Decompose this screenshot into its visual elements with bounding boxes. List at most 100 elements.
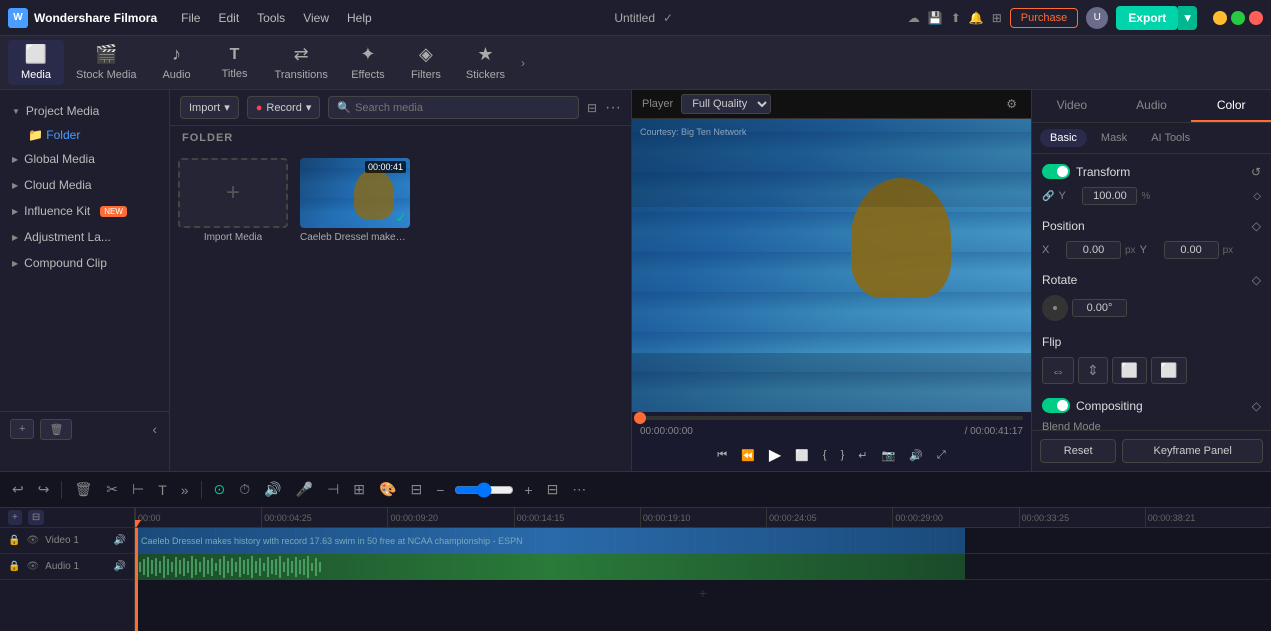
undo-button[interactable]: ↩ [8,479,28,500]
audio-lock-icon[interactable]: 🔒 [8,561,20,572]
video-lock-icon[interactable]: 🔒 [8,535,20,546]
tab-audio[interactable]: Audio [1112,90,1192,122]
mic-button[interactable]: 🎤 [292,479,317,500]
volume-button[interactable]: 🔊 [905,447,927,464]
y-position-input[interactable] [1164,241,1219,259]
progress-bar[interactable] [640,416,1023,420]
cloud-icon[interactable]: ☁ [908,11,920,25]
more-options-icon[interactable]: ··· [605,99,621,117]
more-tl-button[interactable]: » [177,480,193,500]
split-button[interactable]: ✂ [102,479,122,500]
search-input[interactable] [355,102,570,114]
sidebar-item-influence-kit[interactable]: ▶ Influence Kit NEW [0,198,169,224]
tab-video[interactable]: Video [1032,90,1112,122]
video-eye-icon[interactable]: 👁 [26,535,39,546]
skip-back-button[interactable]: ⏮ [713,447,731,464]
maximize-button[interactable] [1231,11,1245,25]
text-button[interactable]: T [154,480,171,500]
upload-icon[interactable]: ⬆ [951,11,961,25]
sidebar-item-cloud-media[interactable]: ▶ Cloud Media [0,172,169,198]
minimize-button[interactable] [1213,11,1227,25]
close-button[interactable] [1249,11,1263,25]
filter-icon[interactable]: ⊟ [587,101,597,115]
fullscreen-button[interactable]: ⬜ [791,447,813,464]
track-options-button[interactable]: ⊟ [28,510,44,525]
sidebar-item-global-media[interactable]: ▶ Global Media [0,146,169,172]
flip-horizontal-button[interactable]: ⇔ [1042,357,1074,384]
subtab-basic[interactable]: Basic [1040,129,1087,147]
add-track-button[interactable]: + [8,510,22,525]
bell-icon[interactable]: 🔔 [969,11,984,25]
trim-button[interactable]: ⊢ [128,479,148,500]
step-back-button[interactable]: ⏪ [737,447,759,464]
audio-speaker-icon[interactable]: 🔊 [114,561,126,572]
transform-reset-icon[interactable]: ↺ [1251,165,1261,179]
toolbar-media[interactable]: ⬜ Media [8,40,64,85]
tl-settings-icon[interactable]: ⊟ [543,479,563,500]
sidebar-item-adjustment[interactable]: ▶ Adjustment La... [0,224,169,250]
subtab-mask[interactable]: Mask [1091,129,1137,147]
progress-thumb[interactable] [634,412,646,424]
snapshot-button[interactable]: 📷 [878,447,900,464]
quality-select[interactable]: Full Quality [681,94,771,114]
toolbar-stickers[interactable]: ★ Stickers [456,40,515,85]
collapse-sidebar-icon[interactable]: ‹ [149,418,160,440]
compositing-toggle[interactable] [1042,398,1070,413]
zoom-out-button[interactable]: − [432,480,448,500]
menu-help[interactable]: Help [339,8,380,28]
flip-option3-button[interactable]: ⬜ [1112,357,1147,384]
redo-button[interactable]: ↪ [34,479,54,500]
add-track-area[interactable]: + [135,580,1271,606]
video-speaker-icon[interactable]: 🔊 [114,535,126,546]
audio-track-content[interactable] [135,554,965,580]
export-dropdown[interactable]: ▾ [1178,6,1197,30]
split-audio-button[interactable]: ⊣ [323,479,343,500]
save-icon[interactable]: 💾 [928,11,943,25]
new-folder-button[interactable]: + [10,419,34,439]
multi-cam-button[interactable]: ⊞ [349,479,369,500]
zoom-slider[interactable] [454,482,514,498]
flip-option4-button[interactable]: ⬜ [1151,357,1186,384]
position-reset-icon[interactable]: ◇ [1252,219,1261,233]
tl-options-button[interactable]: ⋯ [568,479,590,500]
speed-button[interactable]: ⏱ [235,479,254,500]
menu-file[interactable]: File [173,8,208,28]
mark-in-button[interactable]: { [819,447,831,463]
import-media-item[interactable]: + Import Media [178,158,288,463]
play-button[interactable]: ▶ [765,443,785,467]
video-media-item[interactable]: 00:00:41 ✓ Caeleb Dressel makes ... [300,158,410,463]
avatar[interactable]: U [1086,7,1108,29]
toolbar-expand-icon[interactable]: › [517,56,529,70]
grid-icon[interactable]: ⊞ [992,11,1002,25]
delete-button[interactable]: 🗑 [40,419,72,440]
flip-vertical-button[interactable]: ⇕ [1078,357,1108,384]
sidebar-item-project-media[interactable]: ▼ Project Media [0,98,169,124]
compositing-reset-icon[interactable]: ◇ [1252,399,1261,413]
rotate-reset-icon[interactable]: ◇ [1252,273,1261,287]
y-keyframe-icon[interactable]: ◇ [1253,191,1261,202]
toolbar-transitions[interactable]: ⇄ Transitions [265,40,338,85]
toolbar-stock-media[interactable]: 🎬 Stock Media [66,40,147,85]
menu-view[interactable]: View [295,8,337,28]
fullscreen-expand-button[interactable]: ⤢ [933,447,950,464]
y-input[interactable] [1082,187,1137,205]
purchase-button[interactable]: Purchase [1010,8,1078,28]
sidebar-item-compound-clip[interactable]: ▶ Compound Clip [0,250,169,276]
subtab-ai-tools[interactable]: AI Tools [1141,129,1200,147]
record-button[interactable]: ● Record ▾ [247,96,321,119]
toolbar-titles[interactable]: T Titles [207,42,263,84]
toolbar-filters[interactable]: ◈ Filters [398,40,454,85]
keyframe-panel-button[interactable]: Keyframe Panel [1122,439,1263,463]
audio-button[interactable]: 🔊 [260,479,285,500]
x-position-input[interactable] [1066,241,1121,259]
audio-eye-icon[interactable]: 👁 [26,561,39,572]
menu-tools[interactable]: Tools [249,8,293,28]
preview-settings-icon[interactable]: ⚙ [1002,95,1021,113]
reset-button[interactable]: Reset [1040,439,1116,463]
import-button[interactable]: Import ▾ [180,96,239,119]
zoom-in-button[interactable]: + [520,480,536,500]
mark-out-button[interactable]: } [837,447,849,463]
tab-color[interactable]: Color [1191,90,1271,122]
menu-edit[interactable]: Edit [210,8,247,28]
delete-clip-button[interactable]: 🗑 [70,479,96,500]
